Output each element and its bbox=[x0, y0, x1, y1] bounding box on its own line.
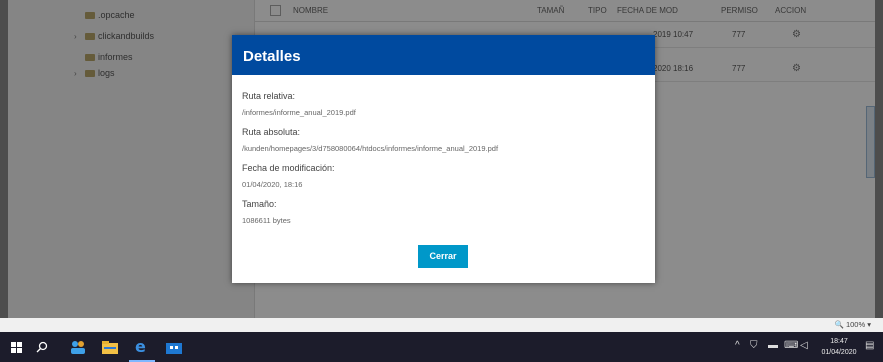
taskbar: e ^ ⛉ ▬ ⌨ ◁ 18:47 01/04/2020 ▤ bbox=[0, 332, 883, 362]
size-value: 1086611 bytes bbox=[242, 216, 291, 225]
modified-date-label: Fecha de modificación: bbox=[242, 163, 335, 173]
status-bar: 🔍 100% ▾ bbox=[0, 318, 883, 332]
file-explorer-icon[interactable] bbox=[98, 332, 122, 362]
edge-browser-icon[interactable]: e bbox=[129, 332, 155, 362]
chevron-up-icon[interactable]: ^ bbox=[735, 340, 740, 351]
keyboard-icon[interactable]: ⌨ bbox=[784, 340, 798, 351]
modified-date-value: 01/04/2020, 18:16 bbox=[242, 180, 303, 189]
svg-text:e: e bbox=[135, 338, 146, 354]
notification-icon[interactable]: ▤ bbox=[865, 340, 874, 351]
people-app-icon[interactable] bbox=[66, 332, 90, 362]
relative-path-label: Ruta relativa: bbox=[242, 91, 296, 101]
details-dialog: Detalles Ruta relativa: /informes/inform… bbox=[232, 35, 655, 283]
taskbar-clock[interactable]: 18:47 01/04/2020 bbox=[820, 336, 858, 358]
close-button[interactable]: Cerrar bbox=[418, 245, 468, 268]
windows-start-icon[interactable] bbox=[6, 332, 26, 362]
search-icon[interactable] bbox=[32, 332, 52, 362]
network-icon[interactable]: ▬ bbox=[768, 340, 778, 351]
dialog-title: Detalles bbox=[232, 35, 655, 75]
absolute-path-label: Ruta absoluta: bbox=[242, 127, 301, 137]
dialog-body: Ruta relativa: /informes/informe_anual_2… bbox=[232, 75, 655, 235]
size-label: Tamaño: bbox=[242, 199, 277, 209]
absolute-path-value: /kunden/homepages/3/d758080064/htdocs/in… bbox=[242, 144, 499, 153]
zoom-level[interactable]: 🔍 100% ▾ bbox=[835, 320, 871, 329]
volume-icon[interactable]: ◁ bbox=[800, 340, 808, 351]
relative-path-value: /informes/informe_anual_2019.pdf bbox=[242, 108, 356, 117]
store-app-icon[interactable] bbox=[162, 332, 186, 362]
security-icon[interactable]: ⛉ bbox=[750, 340, 758, 351]
